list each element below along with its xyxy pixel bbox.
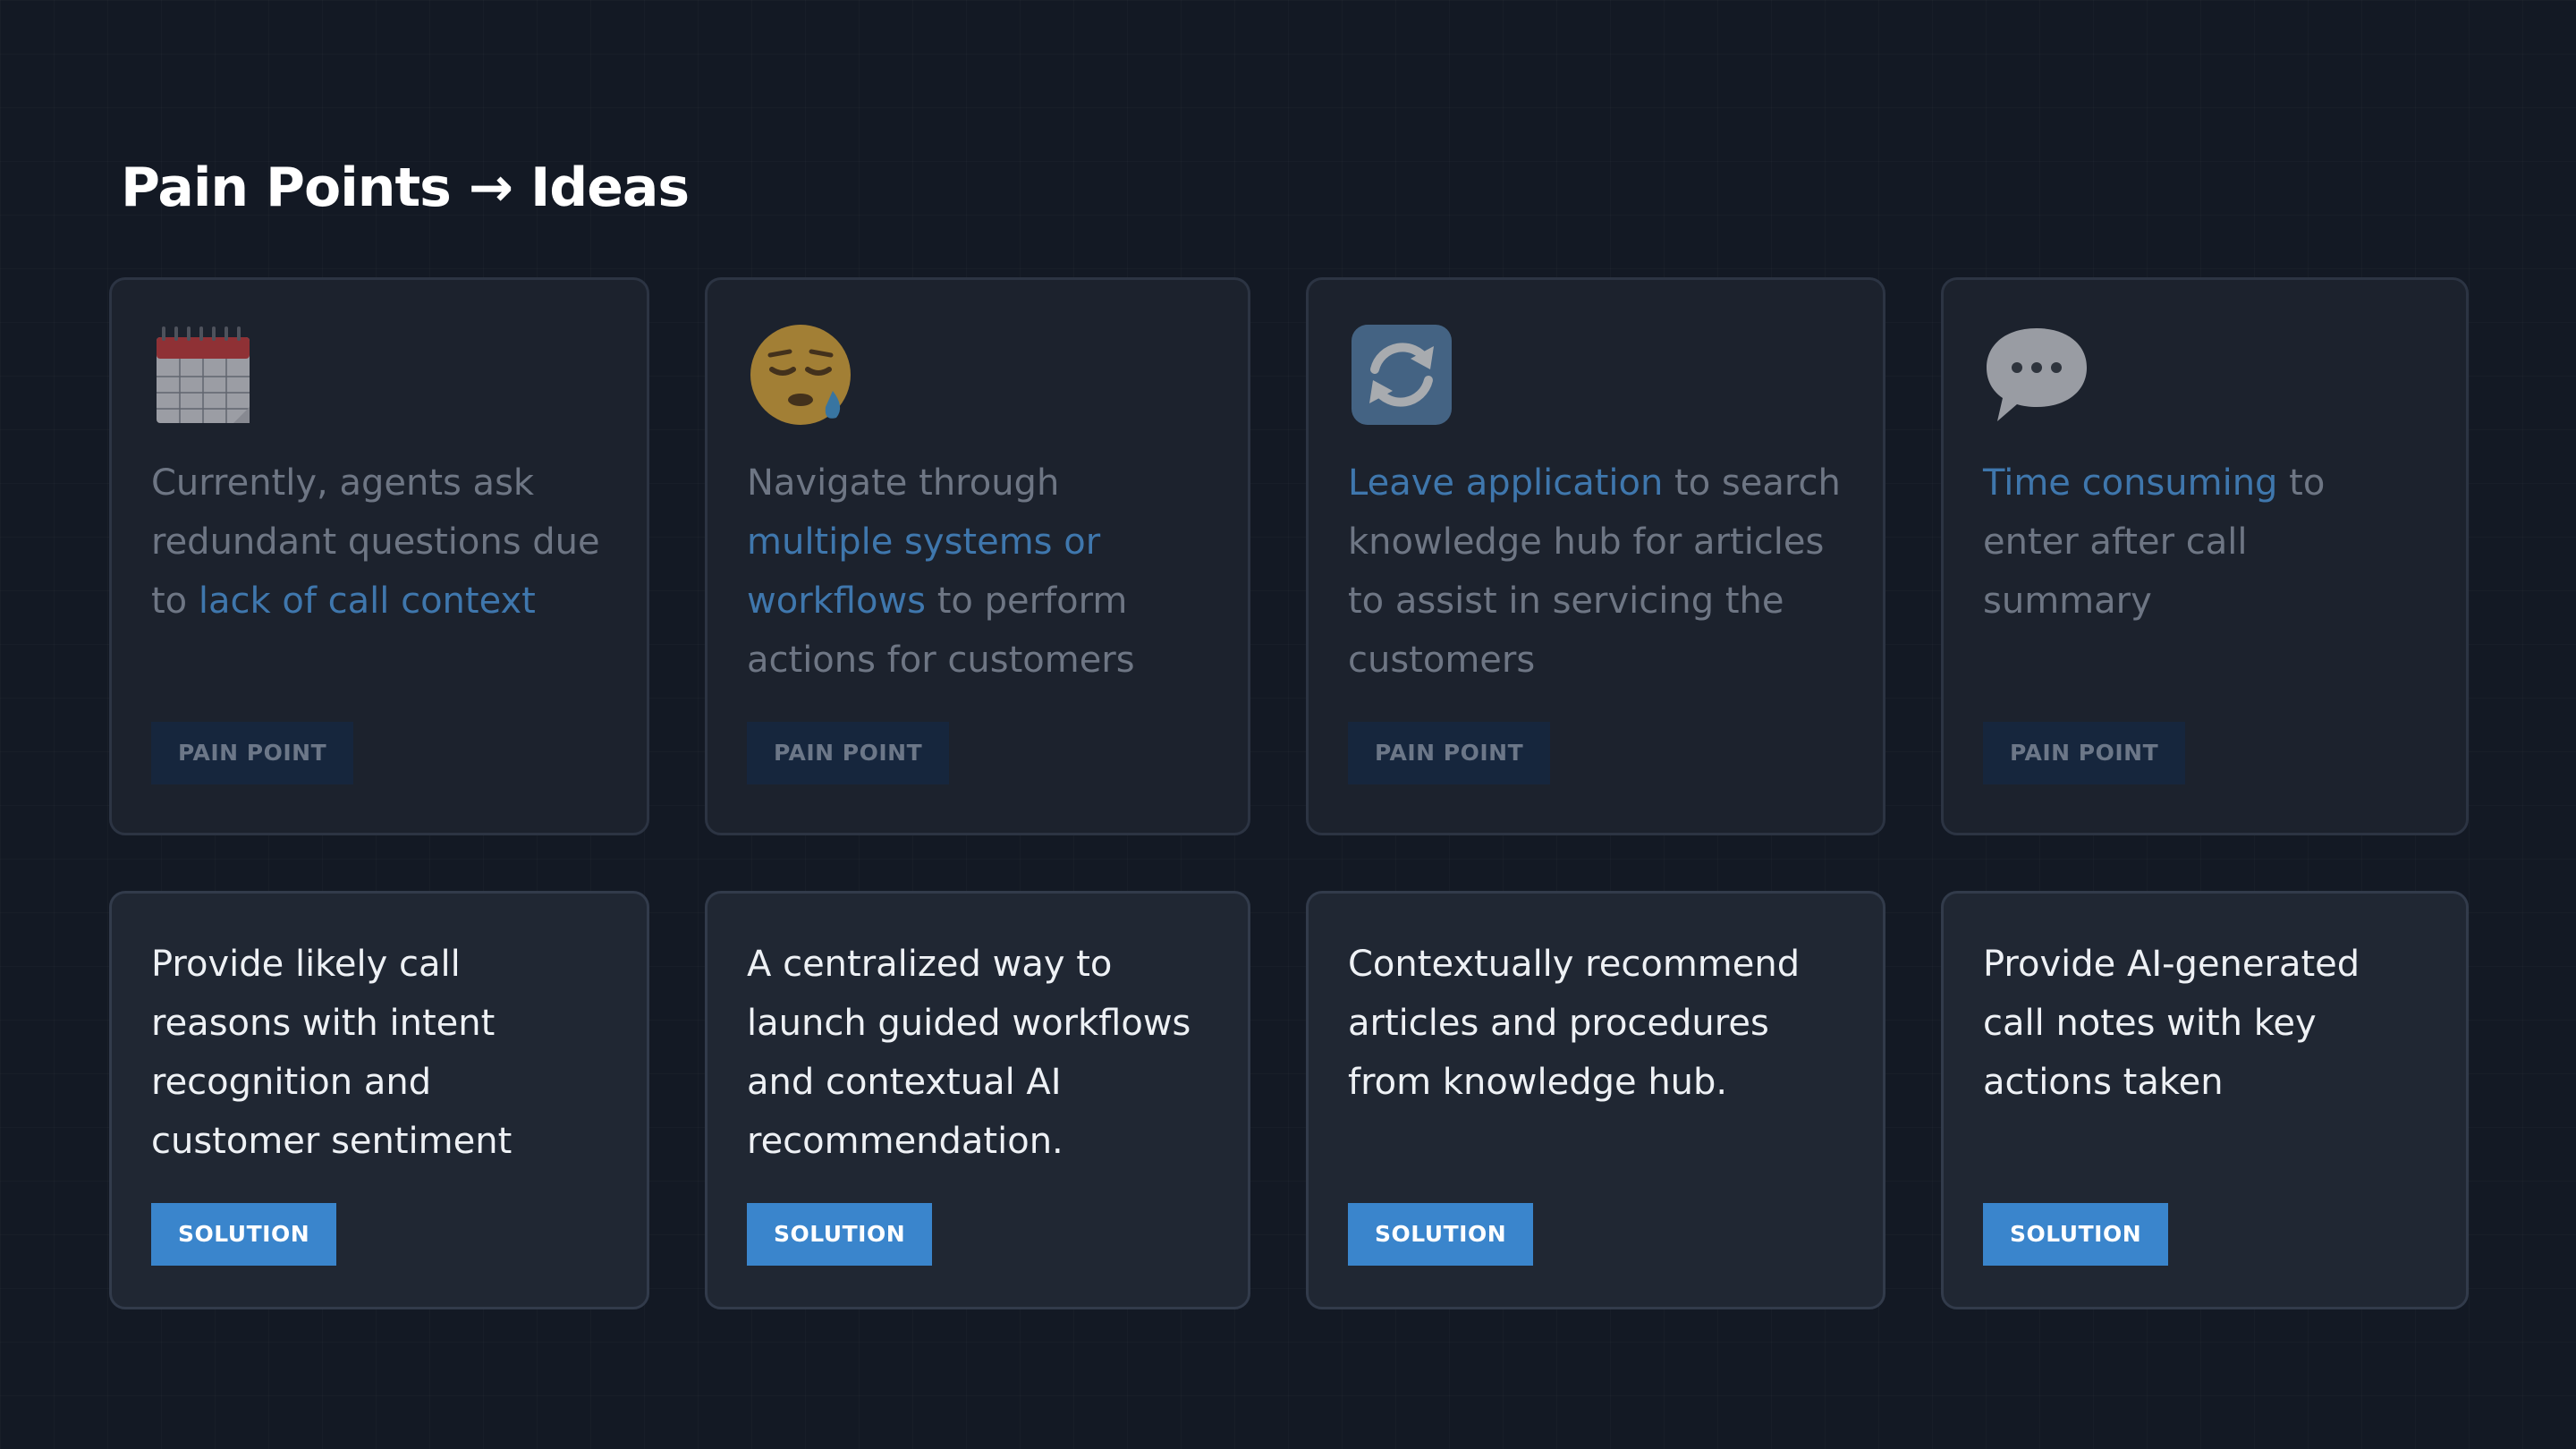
pain-point-badge: PAIN POINT	[1983, 722, 2186, 784]
pain-point-text: Leave application to search knowledge hu…	[1348, 462, 1841, 681]
pain-point-text: Navigate through multiple systems or wor…	[747, 462, 1135, 681]
pain-point-text: Currently, agents ask redundant question…	[151, 462, 600, 622]
sync-arrows-icon	[1348, 321, 1455, 428]
solution-badge: SOLUTION	[1348, 1203, 1534, 1266]
solution-text: Provide likely call reasons with intent …	[151, 944, 513, 1162]
pain-point-card-2: Navigate through multiple systems or wor…	[705, 277, 1250, 835]
pain-point-badge: PAIN POINT	[151, 722, 354, 784]
solution-text: Provide AI-generated call notes with key…	[1983, 944, 2360, 1103]
solution-card-3: Contextually recommend articles and proc…	[1306, 891, 1885, 1309]
sleepy-face-icon	[747, 321, 854, 428]
pain-point-badge: PAIN POINT	[1348, 722, 1551, 784]
page-title: Pain Points → Ideas	[121, 157, 690, 219]
pain-point-badge: PAIN POINT	[747, 722, 950, 784]
solution-badge: SOLUTION	[151, 1203, 337, 1266]
solution-text: Contextually recommend articles and proc…	[1348, 944, 1801, 1103]
pain-point-card-1: Currently, agents ask redundant question…	[109, 277, 649, 835]
speech-bubble-icon	[1983, 321, 2090, 428]
solution-card-1: Provide likely call reasons with intent …	[109, 891, 649, 1309]
pain-point-text: Time consuming to enter after call summa…	[1983, 462, 2326, 622]
solution-card-4: Provide AI-generated call notes with key…	[1941, 891, 2469, 1309]
solution-badge: SOLUTION	[1983, 1203, 2169, 1266]
calendar-icon	[151, 321, 258, 428]
pain-point-card-3: Leave application to search knowledge hu…	[1306, 277, 1885, 835]
solution-badge: SOLUTION	[747, 1203, 933, 1266]
pain-point-card-4: Time consuming to enter after call summa…	[1941, 277, 2469, 835]
solution-card-2: A centralized way to launch guided workf…	[705, 891, 1250, 1309]
solution-text: A centralized way to launch guided workf…	[747, 944, 1191, 1162]
